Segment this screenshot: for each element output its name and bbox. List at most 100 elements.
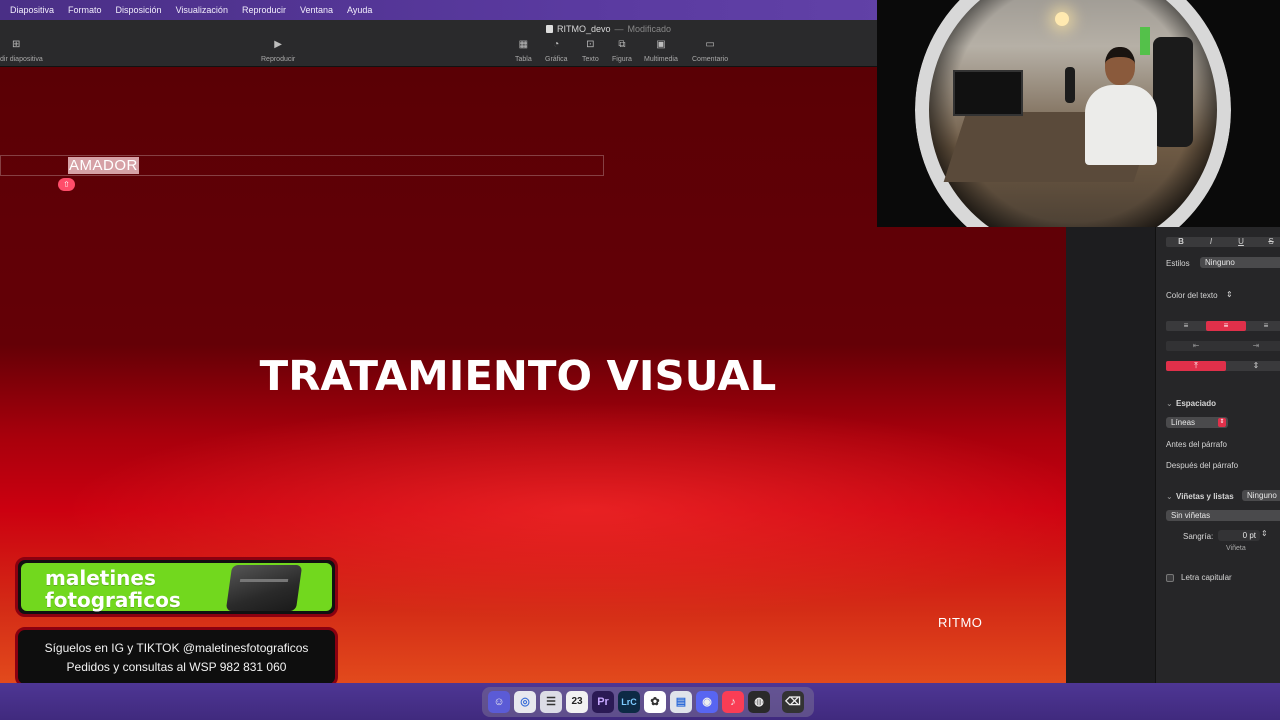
canvas-margin <box>1066 227 1155 683</box>
toolbar: RITMO_devo — Modificado ⊞ dir diapositiv… <box>0 20 877 67</box>
before-paragraph-label: Antes del párrafo <box>1166 440 1227 449</box>
styles-popup[interactable]: Ninguno <box>1200 257 1280 268</box>
dock-notes-icon[interactable]: ☰ <box>540 691 562 713</box>
brand-line-1: maletines <box>45 566 156 590</box>
align-right-icon[interactable]: ≡ <box>1246 321 1280 331</box>
contact-line-1: Síguelos en IG y TIKTOK @maletinesfotogr… <box>44 640 309 655</box>
indent-label: Sangría: <box>1183 532 1214 541</box>
text-button[interactable]: ⊡ Texto <box>582 39 599 64</box>
slide-footer-text[interactable]: RITMO <box>938 615 982 630</box>
format-inspector: B I U S Estilos Ninguno Color del texto … <box>1155 227 1280 683</box>
dock-keynote-icon[interactable]: ▤ <box>670 691 692 713</box>
menu-reproducir[interactable]: Reproducir <box>242 5 286 15</box>
chart-icon: ◔ <box>553 39 560 50</box>
monitor-shape <box>953 70 1023 116</box>
indent-sublabel: Viñeta <box>1226 545 1246 552</box>
spacing-popup-value: Líneas <box>1171 418 1196 427</box>
bullet-style-popup[interactable]: Sin viñetas <box>1166 510 1280 521</box>
spacing-chevron-icon[interactable]: ⌄ <box>1166 399 1173 408</box>
bullets-popup[interactable]: Ninguno <box>1242 490 1280 501</box>
dock-calendar-icon[interactable]: 23 <box>566 691 588 713</box>
table-icon: ▦ <box>518 39 529 50</box>
underline-button[interactable]: U <box>1226 237 1256 247</box>
comment-label: Comentario <box>692 56 729 63</box>
text-color-label[interactable]: Color del texto <box>1166 291 1218 300</box>
after-paragraph-label: Después del párrafo <box>1166 461 1239 470</box>
spacing-popup-arrows-icon[interactable]: ⇕ <box>1218 418 1226 427</box>
brand-banner-inner: maletines fotograficos <box>21 563 332 611</box>
camera-case-icon <box>225 565 303 611</box>
document-name: RITMO_devo <box>557 24 611 34</box>
chart-label: Gráfica <box>545 56 568 63</box>
contact-banner: Síguelos en IG y TIKTOK @maletinesfotogr… <box>15 627 338 687</box>
text-label: Texto <box>582 56 599 63</box>
chair-shape <box>1153 37 1193 147</box>
align-center-icon[interactable]: ≡ <box>1206 321 1246 331</box>
brand-banner: maletines fotograficos <box>15 557 338 617</box>
shape-label: Figura <box>612 56 632 63</box>
dock-safari-icon[interactable]: ◎ <box>514 691 536 713</box>
lamp-shape <box>1055 12 1069 26</box>
menu-formato[interactable]: Formato <box>68 5 102 15</box>
media-label: Multimedia <box>644 56 678 63</box>
menu-visualizacion[interactable]: Visualización <box>176 5 228 15</box>
menu-ayuda[interactable]: Ayuda <box>347 5 372 15</box>
media-icon: ▣ <box>656 39 666 50</box>
vertical-align-buttons: ⤒ ⇕ <box>1166 361 1280 371</box>
comment-button[interactable]: ▭ Comentario <box>692 40 729 64</box>
indent-decrease-icon[interactable]: ⇤ <box>1166 341 1226 351</box>
chart-button[interactable]: ◔ Gráfica <box>545 39 568 64</box>
fisheye-camera-image <box>915 0 1231 227</box>
document-icon <box>546 25 553 33</box>
shape-button[interactable]: ⧉ Figura <box>612 40 632 64</box>
menu-diapositiva[interactable]: Diapositiva <box>10 5 54 15</box>
align-middle-icon[interactable]: ⇕ <box>1226 361 1280 371</box>
alignment-buttons: ≡ ≡ ≡ <box>1166 321 1280 331</box>
styles-label: Estilos <box>1166 259 1190 268</box>
dock-music-icon[interactable]: ♪ <box>722 691 744 713</box>
text-style-buttons: B I U S <box>1166 237 1280 247</box>
italic-button[interactable]: I <box>1196 237 1226 247</box>
anchor-handle-icon[interactable]: ⇧ <box>58 178 75 191</box>
dock-photobooth-icon[interactable]: ✿ <box>644 691 666 713</box>
document-separator: — <box>614 24 624 34</box>
bullets-section-label[interactable]: Viñetas y listas <box>1176 492 1234 501</box>
add-slide-button[interactable]: ⊞ dir diapositiva <box>0 39 43 64</box>
strikethrough-button[interactable]: S <box>1256 237 1280 247</box>
selected-text[interactable]: AMADOR <box>68 157 139 174</box>
bullets-chevron-icon[interactable]: ⌄ <box>1166 492 1173 501</box>
microphone-shape <box>1065 67 1075 103</box>
chevron-updown-icon: ⇕ <box>1226 290 1233 299</box>
slide-title[interactable]: TRATAMIENTO VISUAL <box>0 352 1046 400</box>
dock-discord-icon[interactable]: ◉ <box>696 691 718 713</box>
table-button[interactable]: ▦ Tabla <box>515 39 532 64</box>
head-shape <box>1105 47 1135 85</box>
indent-increase-icon[interactable]: ⇥ <box>1226 341 1280 351</box>
dropcap-checkbox[interactable] <box>1166 574 1174 582</box>
indent-buttons: ⇤ ⇥ <box>1166 341 1280 351</box>
indent-stepper-icon[interactable]: ⇕ <box>1261 529 1268 538</box>
play-button[interactable]: ▶ Reproducir <box>261 39 295 64</box>
dock: ☺ ◎ ☰ 23 Pr LrC ✿ ▤ ◉ ♪ ◍ ⌫ <box>482 687 814 717</box>
document-status: Modificado <box>627 24 672 34</box>
menu-disposicion[interactable]: Disposición <box>116 5 162 15</box>
bold-button[interactable]: B <box>1166 237 1196 247</box>
brand-line-2: fotograficos <box>45 588 181 612</box>
media-button[interactable]: ▣ Multimedia <box>644 39 678 64</box>
dock-premiere-icon[interactable]: Pr <box>592 691 614 713</box>
align-left-icon[interactable]: ≡ <box>1166 321 1206 331</box>
text-icon: ⊡ <box>586 39 595 50</box>
dock-screen-recorder-icon[interactable]: ◍ <box>748 691 770 713</box>
spacing-section-label[interactable]: Espaciado <box>1176 399 1216 408</box>
dock-lightroom-icon[interactable]: LrC <box>618 691 640 713</box>
person-shape <box>1085 47 1157 167</box>
dock-trash-icon[interactable]: ⌫ <box>782 691 804 713</box>
dock-finder-icon[interactable]: ☺ <box>488 691 510 713</box>
align-top-icon[interactable]: ⤒ <box>1166 361 1226 371</box>
menu-ventana[interactable]: Ventana <box>300 5 333 15</box>
add-slide-icon: ⊞ <box>12 39 21 50</box>
play-icon: ▶ <box>274 39 282 50</box>
add-slide-label: dir diapositiva <box>0 56 43 63</box>
dropcap-label: Letra capitular <box>1181 573 1232 582</box>
indent-field[interactable]: 0 pt <box>1218 530 1260 541</box>
